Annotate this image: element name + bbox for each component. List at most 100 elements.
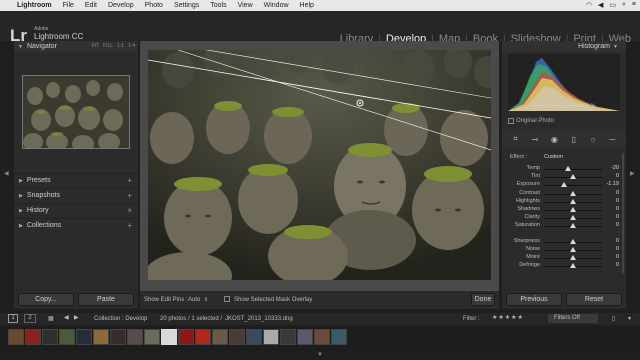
slider-thumb[interactable] (570, 198, 576, 204)
slider-thumb[interactable] (561, 182, 568, 188)
slider-defringe[interactable]: Defringe 0 (502, 262, 626, 270)
histogram-header[interactable]: Histogram ▼ (502, 41, 626, 52)
filmstrip-thumbnail[interactable] (297, 329, 313, 345)
battery-icon[interactable]: ▭ (609, 1, 616, 9)
history-section[interactable]: ▶ History × (14, 203, 138, 217)
slider-thumb[interactable] (570, 190, 576, 196)
filters-off-select[interactable]: Filters Off (548, 314, 598, 323)
slider-sharpness[interactable]: Sharpness 0 (502, 238, 626, 246)
slider-value[interactable]: 0 (616, 173, 619, 179)
show-edit-pins-select[interactable]: Auto (188, 297, 200, 303)
wifi-icon[interactable]: ◠ (586, 1, 592, 9)
slider-value[interactable]: 0 (616, 246, 619, 252)
collections-section[interactable]: ▶ Collections + (14, 218, 138, 232)
slider-thumb[interactable] (570, 238, 576, 244)
slider-tint[interactable]: Tint 0 (502, 173, 626, 181)
filmstrip-thumbnail[interactable] (59, 329, 75, 345)
add-snapshot-button[interactable]: + (127, 191, 132, 200)
slider-value[interactable]: 0 (616, 198, 619, 204)
menu-view[interactable]: View (238, 2, 253, 9)
zoom-1-4[interactable]: 1:4 (128, 43, 135, 49)
add-collection-button[interactable]: + (127, 221, 132, 230)
filmstrip-thumbnail[interactable] (8, 329, 24, 345)
panel-scrollbar[interactable] (622, 153, 624, 273)
menu-settings[interactable]: Settings (174, 2, 199, 9)
done-button[interactable]: Done (471, 293, 495, 306)
navigator-preview[interactable] (22, 75, 130, 149)
spotlight-icon[interactable]: ⌕ (622, 1, 626, 9)
effect-preset-select[interactable]: Custom (544, 154, 563, 160)
secondary-window-button[interactable]: 2 (24, 314, 36, 323)
left-panel-toggle-icon[interactable]: ◀ (4, 170, 9, 177)
slider-highlights[interactable]: Highlights 0 (502, 198, 626, 206)
spot-removal-icon[interactable]: ⊸ (530, 134, 540, 144)
filmstrip-thumbnail[interactable] (110, 329, 126, 345)
filmstrip-thumbnail[interactable] (314, 329, 330, 345)
filmstrip-source[interactable]: Collection : Develop (94, 316, 147, 322)
copy-button[interactable]: Copy... (18, 293, 74, 306)
slider-thumb[interactable] (570, 246, 576, 252)
adjustment-brush-icon[interactable]: ─ (607, 134, 617, 144)
filmstrip-thumbnail[interactable] (144, 329, 160, 345)
right-panel-toggle-icon[interactable]: ▶ (630, 170, 635, 177)
zoom-fit[interactable]: FIT (92, 43, 100, 49)
menu-window[interactable]: Window (264, 2, 289, 9)
slider-thumb[interactable] (570, 263, 576, 269)
filmstrip-thumbnail[interactable] (195, 329, 211, 345)
slider-thumb[interactable] (570, 223, 576, 229)
paste-button[interactable]: Paste (78, 293, 134, 306)
slider-track[interactable] (544, 169, 602, 170)
slider-temp[interactable]: Temp -20 (502, 165, 626, 173)
original-photo-checkbox[interactable] (508, 118, 514, 124)
dropdown-chevron-icon[interactable]: ⇕ (204, 297, 208, 303)
menu-app-name[interactable]: Lightroom (17, 2, 52, 9)
slider-value[interactable]: 0 (616, 206, 619, 212)
filmstrip-thumbnail[interactable] (263, 329, 279, 345)
menu-file[interactable]: File (63, 2, 74, 9)
menu-help[interactable]: Help (300, 2, 314, 9)
filmstrip-thumbnail[interactable] (229, 329, 245, 345)
slider-thumb[interactable] (570, 255, 576, 260)
filmstrip-thumbnail[interactable] (127, 329, 143, 345)
filmstrip-thumbnail[interactable] (25, 329, 41, 345)
filmstrip-thumbnail[interactable] (76, 329, 92, 345)
graduated-filter-icon[interactable]: ▯ (569, 134, 579, 144)
slider-saturation[interactable]: Saturation 0 (502, 222, 626, 230)
slider-track[interactable] (544, 185, 602, 187)
menu-develop[interactable]: Develop (108, 2, 134, 9)
menu-edit[interactable]: Edit (85, 2, 97, 9)
radial-filter-icon[interactable]: ○ (588, 134, 598, 144)
slider-value[interactable]: 0 (616, 238, 619, 244)
selected-filename[interactable]: JKOST_2013_10333.dng (225, 316, 293, 322)
slider-shadows[interactable]: Shadows 0 (502, 206, 626, 214)
rating-filter-stars-icon[interactable]: ★★★★★ (492, 314, 524, 321)
slider-value[interactable]: 0 (616, 222, 619, 228)
slider-clarity[interactable]: Clarity 0 (502, 214, 626, 222)
filmstrip-thumbnail[interactable] (246, 329, 262, 345)
filmstrip-thumbnail[interactable] (212, 329, 228, 345)
forward-arrow-icon[interactable]: ▶ (74, 314, 79, 321)
filmstrip-thumbnail[interactable] (161, 329, 177, 345)
reset-button[interactable]: Reset (566, 293, 622, 306)
slider-value[interactable]: -1.19 (606, 181, 619, 187)
red-eye-icon[interactable]: ◉ (549, 134, 559, 144)
previous-button[interactable]: Previous (506, 293, 562, 306)
crop-tool-icon[interactable]: ⌗ (511, 134, 521, 144)
mask-overlay-checkbox[interactable] (224, 296, 230, 302)
back-arrow-icon[interactable]: ◀ (64, 314, 69, 321)
filmstrip-thumbnail[interactable] (331, 329, 347, 345)
slider-thumb[interactable] (570, 215, 576, 221)
filmstrip-toggle-icon[interactable]: ▾ (628, 315, 631, 322)
zoom-1-1[interactable]: 1:1 (117, 43, 124, 49)
clear-history-button[interactable]: × (127, 206, 132, 215)
filter-lock-icon[interactable]: ▯ (612, 315, 615, 322)
slider-noise[interactable]: Noise 0 (502, 246, 626, 254)
menu-photo[interactable]: Photo (145, 2, 163, 9)
snapshots-section[interactable]: ▶ Snapshots + (14, 188, 138, 202)
slider-exposure[interactable]: Exposure -1.19 (502, 181, 626, 189)
slider-value[interactable]: 0 (616, 190, 619, 196)
menu-tools[interactable]: Tools (210, 2, 226, 9)
photo-canvas[interactable] (148, 50, 491, 280)
slider-thumb[interactable] (570, 207, 576, 212)
filmstrip-thumbnail[interactable] (93, 329, 109, 345)
